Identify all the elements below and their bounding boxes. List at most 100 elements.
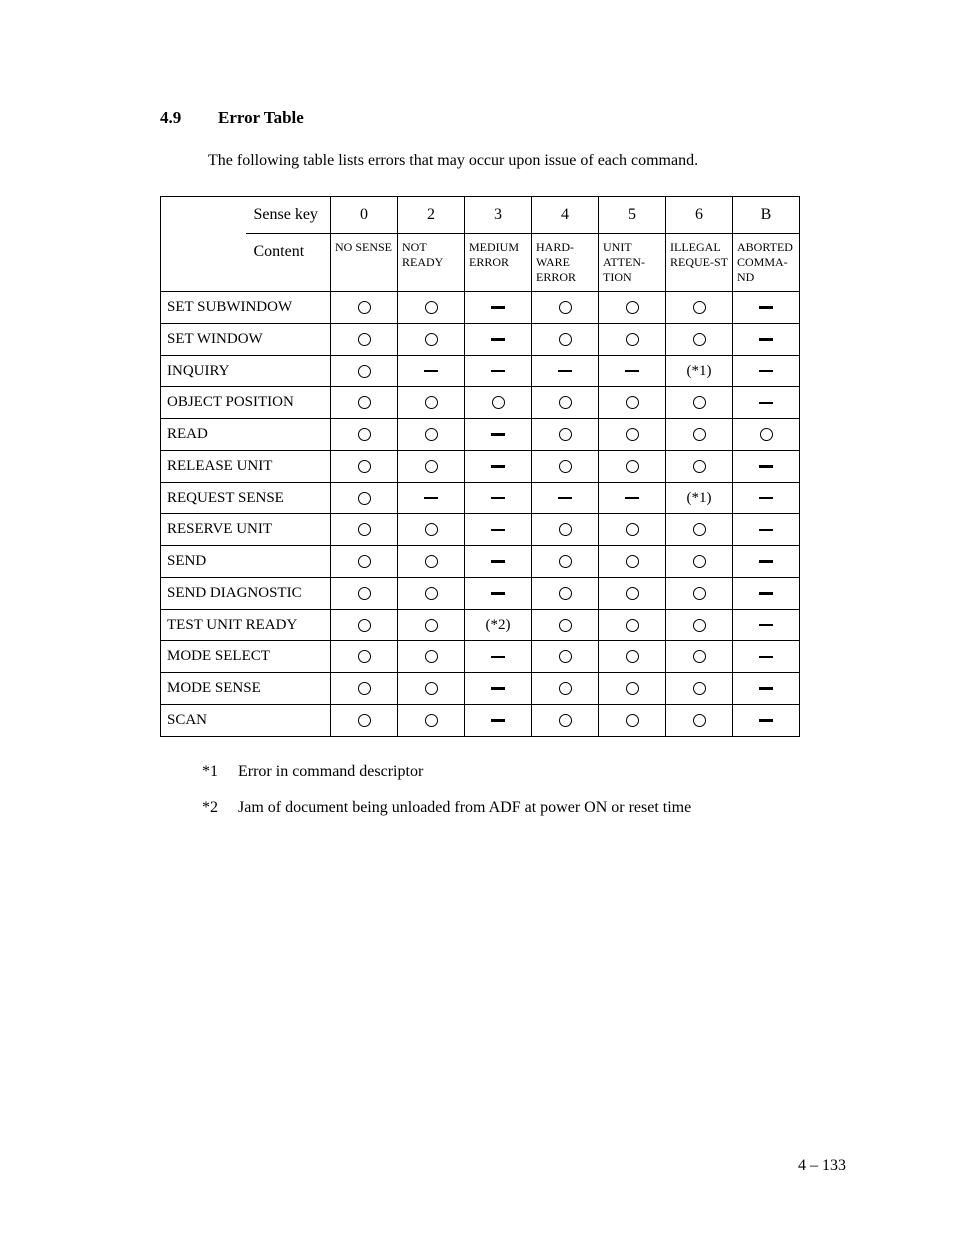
error-cell [398, 482, 465, 514]
dash-icon [491, 306, 505, 309]
dash-icon [491, 592, 505, 595]
header-blank [161, 197, 246, 292]
table-row: INQUIRY(*1) [161, 355, 800, 387]
error-cell [331, 482, 398, 514]
circle-icon [358, 650, 371, 663]
error-cell [331, 387, 398, 419]
error-cell [666, 419, 733, 451]
error-table: Sense key023456BContentNO SENSENOT READY… [160, 196, 800, 737]
error-cell [532, 609, 599, 641]
error-cell [331, 514, 398, 546]
error-cell [599, 323, 666, 355]
table-row: SCAN [161, 704, 800, 736]
error-cell [599, 704, 666, 736]
circle-icon [492, 396, 505, 409]
dash-icon [491, 687, 505, 690]
error-cell [599, 482, 666, 514]
command-name: SEND [161, 546, 331, 578]
circle-icon [693, 301, 706, 314]
error-cell [398, 641, 465, 673]
error-cell [398, 387, 465, 419]
circle-icon [693, 333, 706, 346]
error-cell [532, 673, 599, 705]
header-sense-desc: UNIT ATTEN-TION [599, 234, 666, 292]
table-row: REQUEST SENSE(*1) [161, 482, 800, 514]
dash-icon [759, 656, 773, 659]
dash-icon [759, 497, 773, 500]
error-cell [532, 577, 599, 609]
error-cell [398, 355, 465, 387]
error-cell [398, 450, 465, 482]
error-cell [465, 514, 532, 546]
error-cell [666, 673, 733, 705]
error-cell [331, 292, 398, 324]
dash-icon [759, 592, 773, 595]
error-cell: (*2) [465, 609, 532, 641]
header-sense-code: 5 [599, 197, 666, 234]
command-name: MODE SELECT [161, 641, 331, 673]
circle-icon [693, 555, 706, 568]
command-name: RELEASE UNIT [161, 450, 331, 482]
circle-icon [425, 682, 438, 695]
error-cell [599, 641, 666, 673]
section-number: 4.9 [160, 108, 218, 128]
error-cell [398, 323, 465, 355]
circle-icon [626, 460, 639, 473]
command-name: REQUEST SENSE [161, 482, 331, 514]
error-cell [733, 450, 800, 482]
section-heading: 4.9 Error Table [160, 108, 804, 128]
circle-icon [358, 396, 371, 409]
error-cell [331, 323, 398, 355]
circle-icon [693, 650, 706, 663]
dash-icon [491, 560, 505, 563]
circle-icon [559, 682, 572, 695]
circle-icon [358, 492, 371, 505]
circle-icon [358, 714, 371, 727]
table-row: RESERVE UNIT [161, 514, 800, 546]
dash-icon [491, 338, 505, 341]
error-cell [733, 673, 800, 705]
circle-icon [358, 587, 371, 600]
dash-icon [759, 687, 773, 690]
error-cell [331, 577, 398, 609]
circle-icon [559, 396, 572, 409]
circle-icon [559, 333, 572, 346]
circle-icon [358, 682, 371, 695]
footnote: *1Error in command descriptor [202, 763, 804, 781]
error-cell [733, 546, 800, 578]
circle-icon [559, 714, 572, 727]
command-name: SET WINDOW [161, 323, 331, 355]
error-cell [733, 355, 800, 387]
error-cell [666, 387, 733, 419]
command-name: OBJECT POSITION [161, 387, 331, 419]
error-cell [465, 641, 532, 673]
header-sense-desc: HARD-WARE ERROR [532, 234, 599, 292]
dash-icon [759, 624, 773, 627]
circle-icon [626, 428, 639, 441]
dash-icon [424, 497, 438, 500]
circle-icon [425, 619, 438, 632]
footnote-ref: (*2) [486, 617, 511, 633]
dash-icon [491, 433, 505, 436]
circle-icon [425, 523, 438, 536]
circle-icon [693, 428, 706, 441]
table-row: SET SUBWINDOW [161, 292, 800, 324]
header-sense-desc: ILLEGAL REQUE-ST [666, 234, 733, 292]
error-cell [398, 546, 465, 578]
header-content-label: Content [246, 234, 331, 292]
error-cell [331, 609, 398, 641]
error-cell [398, 514, 465, 546]
header-sense-desc: MEDIUM ERROR [465, 234, 532, 292]
error-cell [331, 450, 398, 482]
header-sense-desc: NO SENSE [331, 234, 398, 292]
dash-icon [491, 465, 505, 468]
dash-icon [491, 370, 505, 373]
circle-icon [626, 555, 639, 568]
command-name: SEND DIAGNOSTIC [161, 577, 331, 609]
error-cell [666, 577, 733, 609]
error-cell [532, 292, 599, 324]
page-number: 4 – 133 [798, 1157, 846, 1175]
dash-icon [759, 465, 773, 468]
header-sense-code: 4 [532, 197, 599, 234]
circle-icon [425, 333, 438, 346]
